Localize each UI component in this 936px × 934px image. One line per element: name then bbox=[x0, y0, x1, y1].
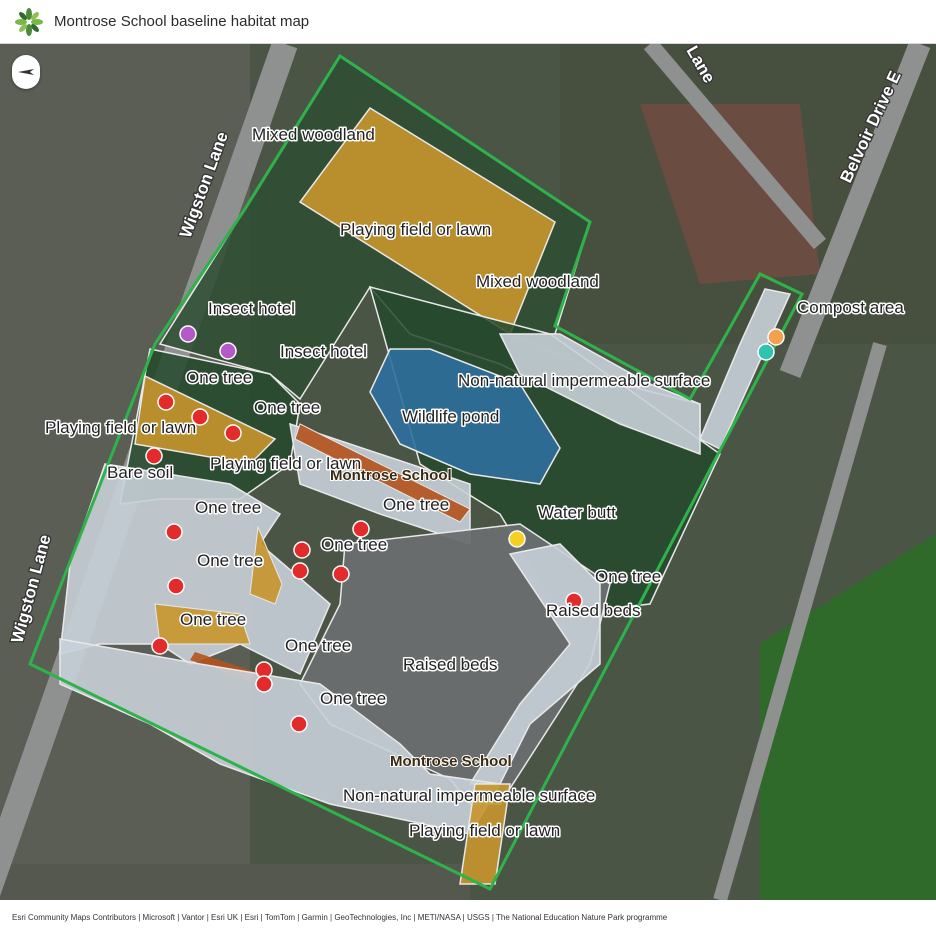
compass-button[interactable] bbox=[12, 55, 40, 89]
label-insect-hotel-1: Insect hotel bbox=[208, 299, 295, 318]
label-non-natural-1: Non-natural impermeable surface bbox=[458, 371, 710, 390]
label-one-tree-7: One tree bbox=[595, 567, 661, 586]
label-one-tree-1: One tree bbox=[186, 368, 252, 387]
map-canvas[interactable]: Wigston Lane Wigston Lane Belvoir Drive … bbox=[0, 44, 936, 900]
label-wildlife-pond: Wildlife pond bbox=[402, 407, 499, 426]
label-non-natural-2: Non-natural impermeable surface bbox=[343, 786, 595, 805]
tree-marker[interactable] bbox=[157, 393, 175, 411]
label-one-tree-8: One tree bbox=[180, 610, 246, 629]
school-label-2: Montrose School bbox=[390, 753, 512, 770]
label-playing-field-1: Playing field or lawn bbox=[340, 220, 491, 239]
habitat-map[interactable]: Wigston Lane Wigston Lane Belvoir Drive … bbox=[0, 44, 936, 900]
tree-marker[interactable] bbox=[151, 637, 169, 655]
label-one-tree-5: One tree bbox=[321, 535, 387, 554]
tree-marker[interactable] bbox=[290, 715, 308, 733]
nature-park-logo-icon bbox=[15, 7, 43, 36]
tree-marker[interactable] bbox=[167, 577, 185, 595]
compass-icon bbox=[18, 69, 34, 75]
water-butt-marker[interactable] bbox=[508, 530, 526, 548]
label-raised-beds-1: Raised beds bbox=[546, 601, 641, 620]
tree-marker[interactable] bbox=[255, 675, 273, 693]
page-title: Montrose School baseline habitat map bbox=[54, 13, 310, 30]
tree-marker[interactable] bbox=[293, 541, 311, 559]
label-insect-hotel-2: Insect hotel bbox=[280, 342, 367, 361]
label-one-tree-2: One tree bbox=[254, 398, 320, 417]
label-one-tree-4: One tree bbox=[383, 495, 449, 514]
compost-marker[interactable] bbox=[757, 343, 775, 361]
label-playing-field-4: Playing field or lawn bbox=[409, 821, 560, 840]
housing-south bbox=[0, 864, 470, 900]
tree-marker[interactable] bbox=[291, 562, 309, 580]
insect-hotel-marker[interactable] bbox=[219, 342, 237, 360]
label-one-tree-9: One tree bbox=[285, 636, 351, 655]
app-header: Montrose School baseline habitat map bbox=[0, 0, 936, 44]
compost-marker[interactable] bbox=[767, 328, 785, 346]
label-one-tree-3: One tree bbox=[195, 498, 261, 517]
label-playing-field-3: Playing field or lawn bbox=[210, 454, 361, 473]
label-playing-field-2: Playing field or lawn bbox=[45, 418, 196, 437]
tree-marker[interactable] bbox=[145, 447, 163, 465]
label-mixed-woodland-1: Mixed woodland bbox=[252, 125, 375, 144]
attribution-bar: Esri Community Maps Contributors | Micro… bbox=[0, 900, 936, 934]
insect-hotel-marker[interactable] bbox=[179, 325, 197, 343]
attribution-text: Esri Community Maps Contributors | Micro… bbox=[12, 912, 668, 922]
tree-marker[interactable] bbox=[224, 424, 242, 442]
label-raised-beds-2: Raised beds bbox=[403, 655, 498, 674]
tree-marker[interactable] bbox=[332, 565, 350, 583]
label-compost-area: Compost area bbox=[797, 298, 904, 317]
label-bare-soil: Bare soil bbox=[107, 463, 173, 482]
tree-marker[interactable] bbox=[165, 523, 183, 541]
label-one-tree-10: One tree bbox=[320, 689, 386, 708]
label-water-butt: Water butt bbox=[538, 503, 616, 522]
label-mixed-woodland-2: Mixed woodland bbox=[476, 272, 599, 291]
label-one-tree-6: One tree bbox=[197, 551, 263, 570]
